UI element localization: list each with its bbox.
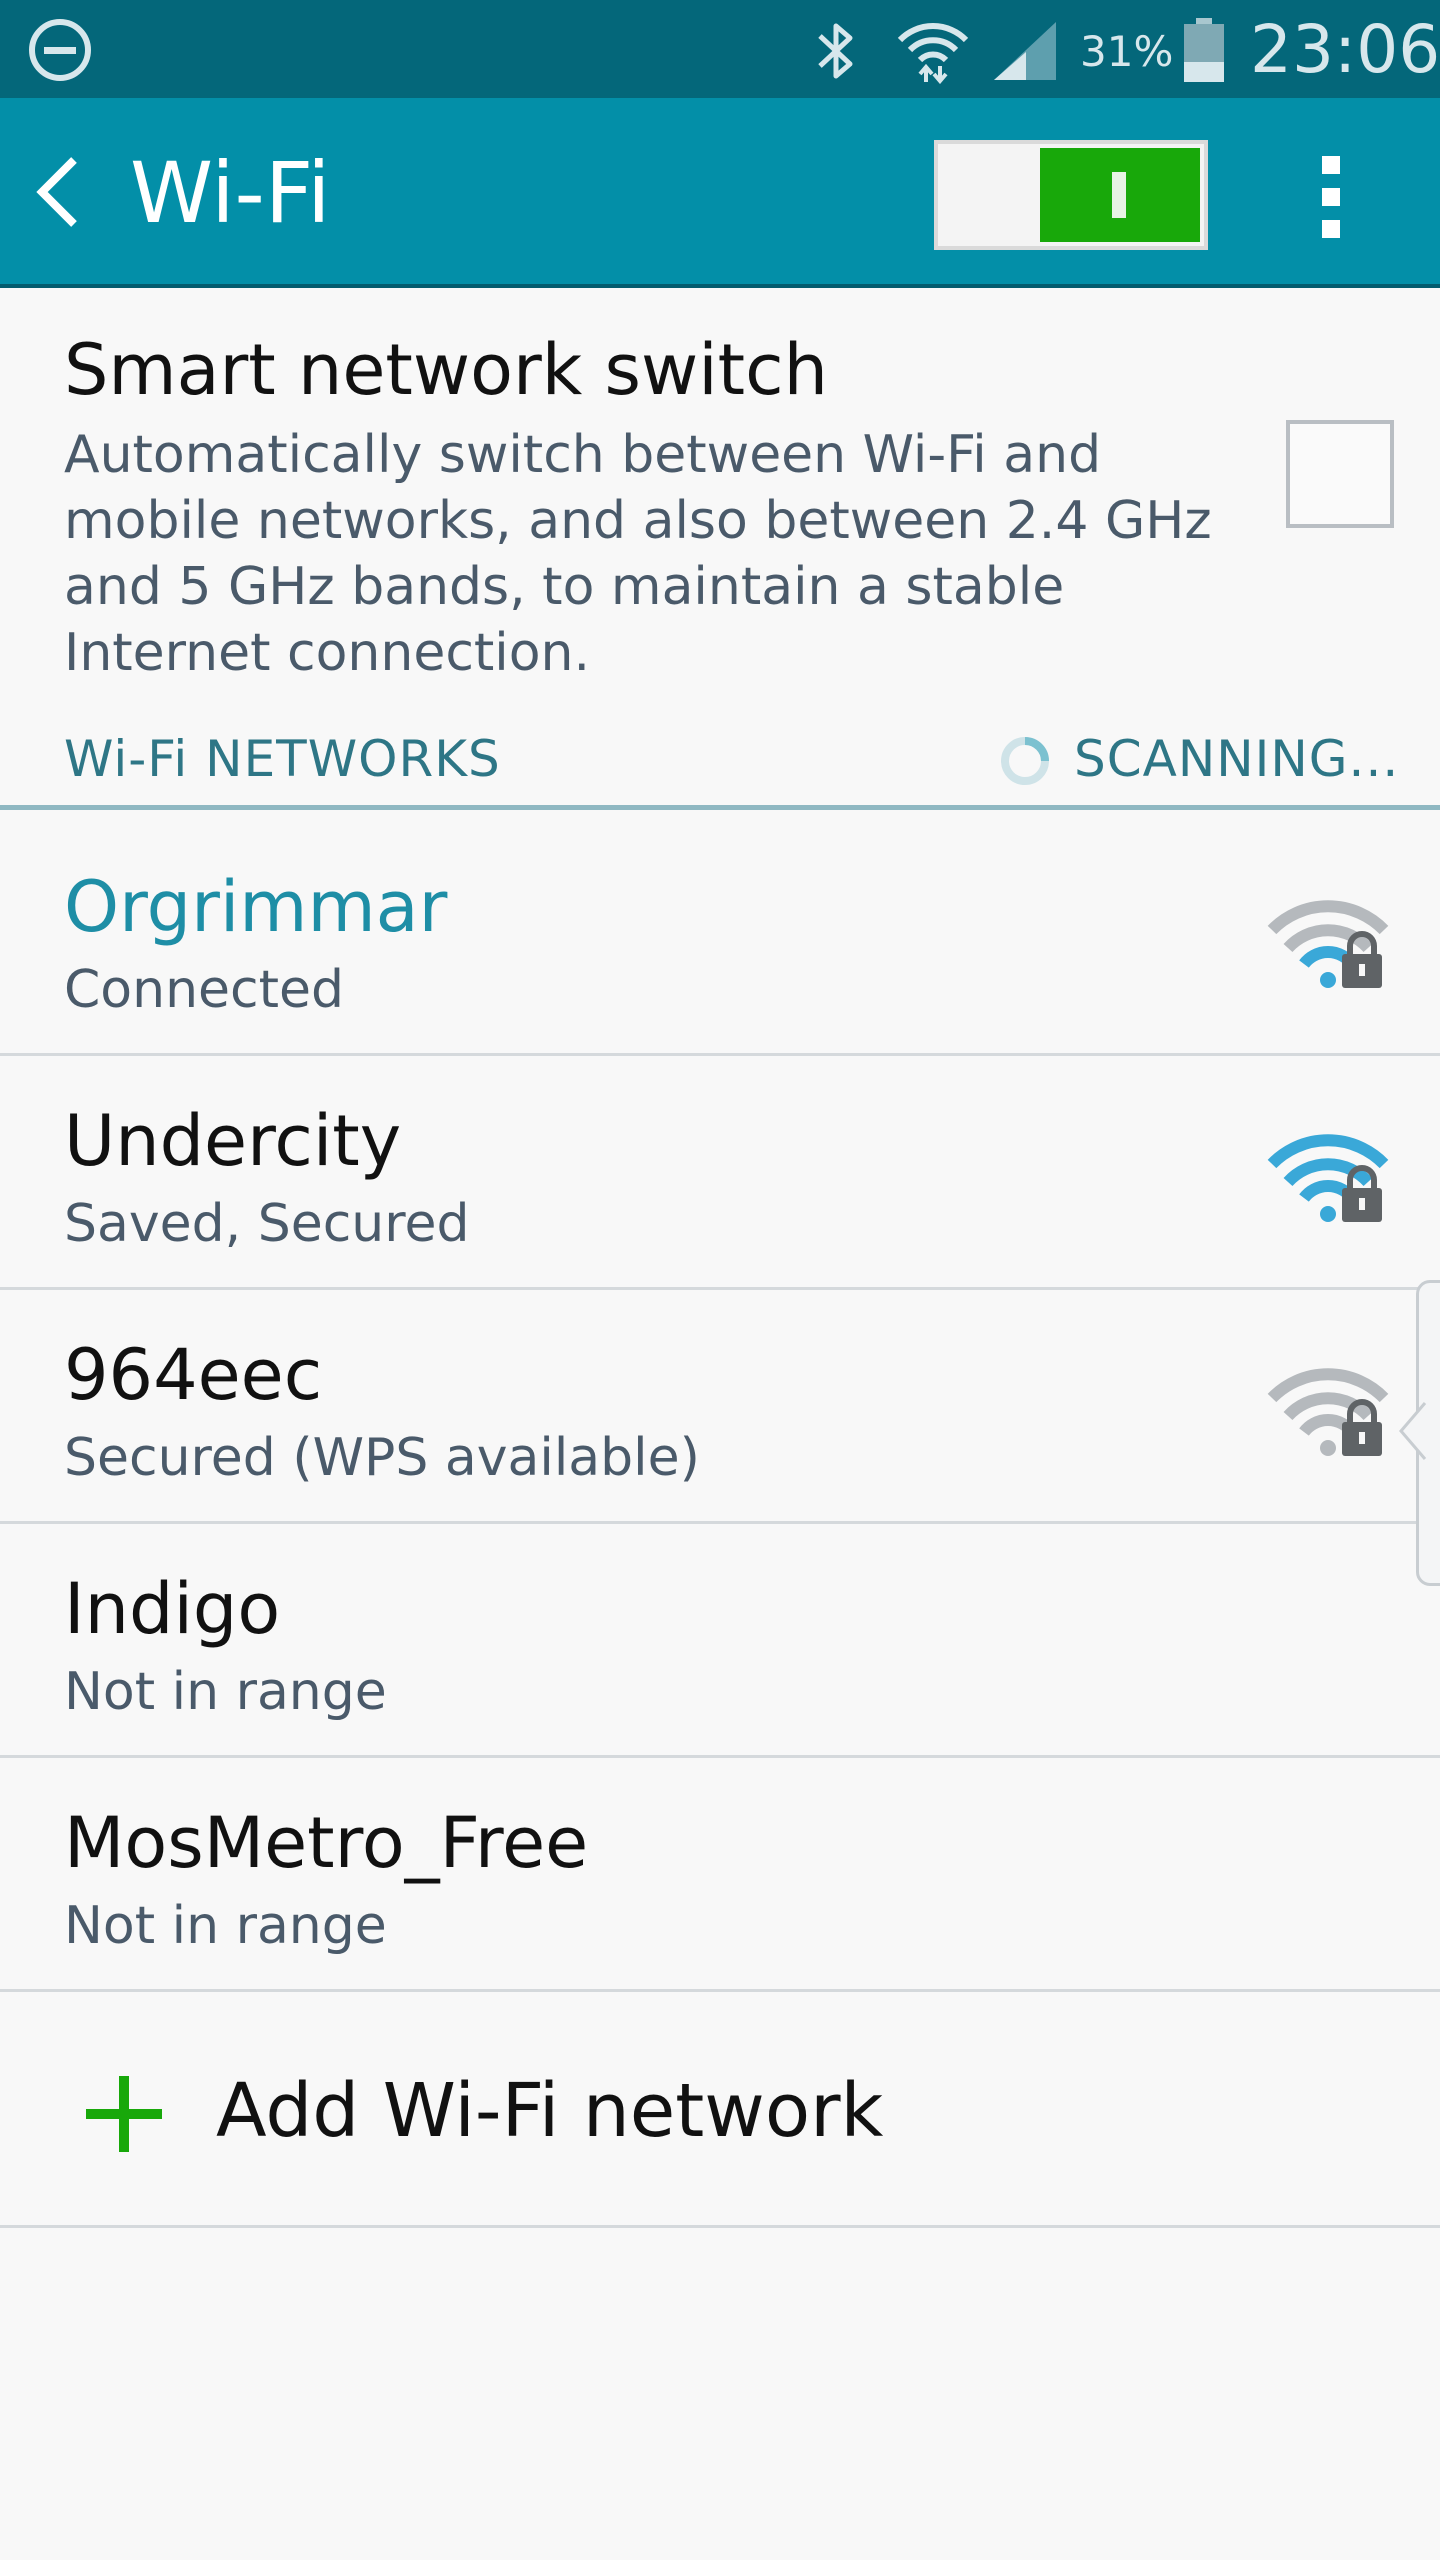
wifi-icon xyxy=(897,23,969,84)
network-status: Not in range xyxy=(64,1662,387,1722)
wifi-networks-label: Wi-Fi NETWORKS xyxy=(64,730,501,788)
wifi-networks-header: Wi-Fi NETWORKS SCANNING... xyxy=(0,720,1440,810)
scanning-status: SCANNING... xyxy=(1074,730,1400,788)
network-name: MosMetro_Free xyxy=(64,1802,589,1884)
back-arrow-icon[interactable] xyxy=(30,152,90,232)
network-name: Indigo xyxy=(64,1568,281,1650)
add-wifi-network-row[interactable]: Add Wi-Fi network xyxy=(0,1994,1440,2228)
smart-network-switch-row[interactable]: Smart network switch Automatically switc… xyxy=(0,292,1440,683)
wifi-signal-locked-icon xyxy=(1267,900,1389,988)
toggle-knob xyxy=(1040,148,1200,242)
cell-signal-icon xyxy=(994,22,1056,80)
network-name: Undercity xyxy=(64,1100,402,1182)
wifi-signal-locked-icon xyxy=(1267,1134,1389,1222)
plus-icon xyxy=(86,2076,162,2152)
status-bar: 31% 23:06 xyxy=(0,0,1440,98)
network-item-orgrimmar[interactable]: Orgrimmar Connected xyxy=(0,822,1440,1056)
clock: 23:06 xyxy=(1250,11,1440,88)
scanning-spinner-icon xyxy=(1001,737,1049,785)
wifi-signal-locked-icon xyxy=(1267,1368,1389,1456)
add-wifi-network-label: Add Wi-Fi network xyxy=(216,2068,884,2154)
more-options-icon[interactable] xyxy=(1300,148,1360,244)
smart-network-switch-description: Automatically switch between Wi-Fi and m… xyxy=(64,425,1212,683)
network-status: Not in range xyxy=(64,1896,387,1956)
network-item-indigo[interactable]: Indigo Not in range xyxy=(0,1524,1440,1758)
chevron-left-icon xyxy=(1399,1402,1427,1460)
battery-icon xyxy=(1184,18,1224,82)
network-item-964eec[interactable]: 964eec Secured (WPS available) xyxy=(0,1290,1440,1524)
network-status: Saved, Secured xyxy=(64,1194,470,1254)
smart-network-switch-title: Smart network switch xyxy=(64,329,828,411)
network-item-undercity[interactable]: Undercity Saved, Secured xyxy=(0,1056,1440,1290)
action-bar: Wi-Fi xyxy=(0,98,1440,288)
page-title: Wi-Fi xyxy=(130,144,331,242)
do-not-disturb-icon xyxy=(29,19,91,81)
side-panel-handle[interactable] xyxy=(1399,1280,1440,1586)
network-name: 964eec xyxy=(64,1334,323,1416)
smart-network-switch-checkbox[interactable] xyxy=(1286,420,1394,528)
network-status: Connected xyxy=(64,960,345,1020)
battery-percent: 31% xyxy=(1080,27,1174,76)
wifi-master-toggle[interactable] xyxy=(934,140,1208,250)
network-status: Secured (WPS available) xyxy=(64,1428,700,1488)
bluetooth-icon xyxy=(818,23,853,79)
network-name: Orgrimmar xyxy=(64,866,448,948)
network-item-mosmetro-free[interactable]: MosMetro_Free Not in range xyxy=(0,1758,1440,1992)
